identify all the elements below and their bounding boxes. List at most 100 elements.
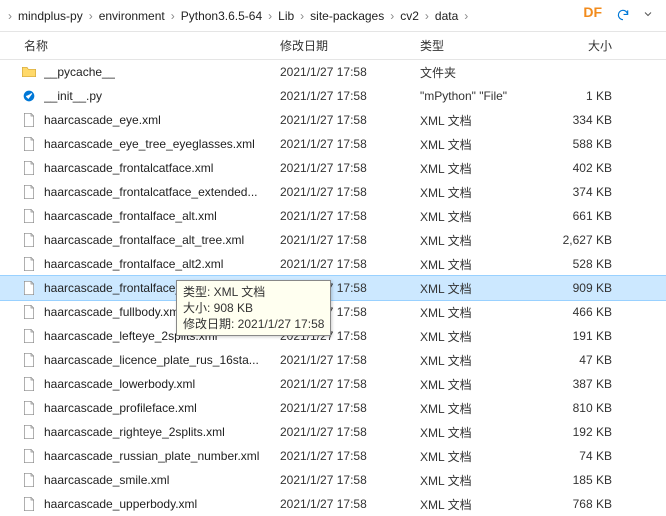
file-type: XML 文档 bbox=[420, 496, 540, 513]
file-date: 2021/1/27 17:58 bbox=[280, 353, 420, 367]
file-date: 2021/1/27 17:58 bbox=[280, 209, 420, 223]
file-date: 2021/1/27 17:58 bbox=[280, 161, 420, 175]
file-size: 810 KB bbox=[540, 401, 620, 415]
table-row[interactable]: haarcascade_frontalface_default.xml2021/… bbox=[0, 276, 666, 300]
file-name: haarcascade_russian_plate_number.xml bbox=[44, 449, 259, 463]
table-row[interactable]: haarcascade_lefteye_2splits.xml2021/1/27… bbox=[0, 324, 666, 348]
breadcrumb-sep: › bbox=[462, 9, 470, 23]
file-size: 47 KB bbox=[540, 353, 620, 367]
table-row[interactable]: haarcascade_frontalface_alt.xml2021/1/27… bbox=[0, 204, 666, 228]
file-icon bbox=[20, 255, 38, 273]
file-date: 2021/1/27 17:58 bbox=[280, 449, 420, 463]
file-size: 1 KB bbox=[540, 89, 620, 103]
file-name: haarcascade_eye_tree_eyeglasses.xml bbox=[44, 137, 255, 151]
file-date: 2021/1/27 17:58 bbox=[280, 185, 420, 199]
table-row[interactable]: haarcascade_smile.xml2021/1/27 17:58XML … bbox=[0, 468, 666, 492]
file-type: XML 文档 bbox=[420, 352, 540, 369]
refresh-icon[interactable] bbox=[616, 8, 630, 22]
table-row[interactable]: haarcascade_eye.xml 2021/1/27 17:58XML 文档… bbox=[0, 108, 666, 132]
file-date: 2021/1/27 17:58 bbox=[280, 65, 420, 79]
breadcrumb-item[interactable]: data bbox=[431, 9, 462, 23]
file-icon bbox=[20, 159, 38, 177]
file-name: haarcascade_fullbody.xml bbox=[44, 305, 182, 319]
file-icon bbox=[20, 495, 38, 513]
file-type: XML 文档 bbox=[420, 472, 540, 489]
file-name: __init__.py bbox=[44, 89, 102, 103]
file-date: 2021/1/27 17:58 bbox=[280, 137, 420, 151]
table-row[interactable]: __pycache__2021/1/27 17:58文件夹 bbox=[0, 60, 666, 84]
breadcrumb-item[interactable]: site-packages bbox=[306, 9, 388, 23]
header-size[interactable]: 大小 bbox=[540, 37, 620, 54]
file-type: XML 文档 bbox=[420, 136, 540, 153]
table-row[interactable]: haarcascade_upperbody.xml2021/1/27 17:58… bbox=[0, 492, 666, 516]
file-size: 387 KB bbox=[540, 377, 620, 391]
file-name: haarcascade_righteye_2splits.xml bbox=[44, 425, 225, 439]
file-icon bbox=[20, 375, 38, 393]
file-list: __pycache__2021/1/27 17:58文件夹__init__.py… bbox=[0, 60, 666, 516]
tooltip-type: 类型: XML 文档 bbox=[183, 284, 324, 300]
table-row[interactable]: haarcascade_fullbody.xml2021/1/27 17:58X… bbox=[0, 300, 666, 324]
table-row[interactable]: haarcascade_righteye_2splits.xml2021/1/2… bbox=[0, 420, 666, 444]
breadcrumb[interactable]: › mindplus-py›environment›Python3.6.5-64… bbox=[0, 0, 666, 32]
file-type: "mPython" "File" bbox=[420, 89, 540, 103]
header-date[interactable]: 修改日期 bbox=[280, 37, 420, 54]
table-row[interactable]: haarcascade_licence_plate_rus_16sta...20… bbox=[0, 348, 666, 372]
table-row[interactable]: haarcascade_russian_plate_number.xml 2021… bbox=[0, 444, 666, 468]
table-row[interactable]: __init__.py2021/1/27 17:58"mPython" "Fil… bbox=[0, 84, 666, 108]
file-date: 2021/1/27 17:58 bbox=[280, 497, 420, 511]
file-date: 2021/1/27 17:58 bbox=[280, 377, 420, 391]
file-icon bbox=[20, 399, 38, 417]
file-type: XML 文档 bbox=[420, 400, 540, 417]
file-size: 2,627 KB bbox=[540, 233, 620, 247]
file-size: 661 KB bbox=[540, 209, 620, 223]
file-name: haarcascade_profileface.xml bbox=[44, 401, 197, 415]
table-row[interactable]: haarcascade_eye_tree_eyeglasses.xml 2021/… bbox=[0, 132, 666, 156]
header-name[interactable]: 名称 bbox=[20, 37, 280, 54]
file-type: XML 文档 bbox=[420, 304, 540, 321]
file-size: 909 KB bbox=[540, 281, 620, 295]
file-date: 2021/1/27 17:58 bbox=[280, 113, 420, 127]
folder-icon bbox=[20, 63, 38, 81]
tooltip-date: 修改日期: 2021/1/27 17:58 bbox=[183, 316, 324, 332]
file-date: 2021/1/27 17:58 bbox=[280, 233, 420, 247]
chevron-down-icon[interactable] bbox=[642, 8, 654, 20]
df-badge: DF bbox=[583, 4, 602, 20]
file-size: 192 KB bbox=[540, 425, 620, 439]
tooltip: 类型: XML 文档 大小: 908 KB 修改日期: 2021/1/27 17… bbox=[176, 280, 331, 336]
tooltip-size: 大小: 908 KB bbox=[183, 300, 324, 316]
file-type: XML 文档 bbox=[420, 256, 540, 273]
file-icon bbox=[20, 231, 38, 249]
file-type: XML 文档 bbox=[420, 376, 540, 393]
file-icon bbox=[20, 111, 38, 129]
file-size: 588 KB bbox=[540, 137, 620, 151]
breadcrumb-item[interactable]: cv2 bbox=[396, 9, 423, 23]
py-icon bbox=[20, 87, 38, 105]
table-row[interactable]: haarcascade_frontalcatface.xml 2021/1/27 … bbox=[0, 156, 666, 180]
table-row[interactable]: haarcascade_frontalface_alt_tree.xml2021… bbox=[0, 228, 666, 252]
file-size: 466 KB bbox=[540, 305, 620, 319]
file-type: XML 文档 bbox=[420, 184, 540, 201]
file-icon bbox=[20, 207, 38, 225]
table-row[interactable]: haarcascade_profileface.xml2021/1/27 17:… bbox=[0, 396, 666, 420]
breadcrumb-sep: › bbox=[423, 9, 431, 23]
breadcrumb-item[interactable]: Python3.6.5-64 bbox=[177, 9, 266, 23]
breadcrumb-item[interactable]: Lib bbox=[274, 9, 298, 23]
breadcrumb-item[interactable]: mindplus-py bbox=[14, 9, 87, 23]
file-type: XML 文档 bbox=[420, 328, 540, 345]
file-name: haarcascade_frontalcatface.xml bbox=[44, 161, 213, 175]
header-type[interactable]: 类型 bbox=[420, 37, 540, 54]
column-headers: 名称 修改日期 类型 大小 bbox=[0, 32, 666, 60]
file-name: haarcascade_eye.xml bbox=[44, 113, 161, 127]
table-row[interactable]: haarcascade_frontalcatface_extended... 20… bbox=[0, 180, 666, 204]
breadcrumb-item[interactable]: environment bbox=[95, 9, 169, 23]
table-row[interactable]: haarcascade_lowerbody.xml 2021/1/27 17:58… bbox=[0, 372, 666, 396]
table-row[interactable]: haarcascade_frontalface_alt2.xml2021/1/2… bbox=[0, 252, 666, 276]
file-size: 74 KB bbox=[540, 449, 620, 463]
file-type: XML 文档 bbox=[420, 112, 540, 129]
file-name: haarcascade_lowerbody.xml bbox=[44, 377, 195, 391]
breadcrumb-sep: › bbox=[87, 9, 95, 23]
file-name: haarcascade_frontalcatface_extended... bbox=[44, 185, 257, 199]
breadcrumb-sep: › bbox=[266, 9, 274, 23]
file-type: 文件夹 bbox=[420, 64, 540, 81]
file-icon bbox=[20, 183, 38, 201]
